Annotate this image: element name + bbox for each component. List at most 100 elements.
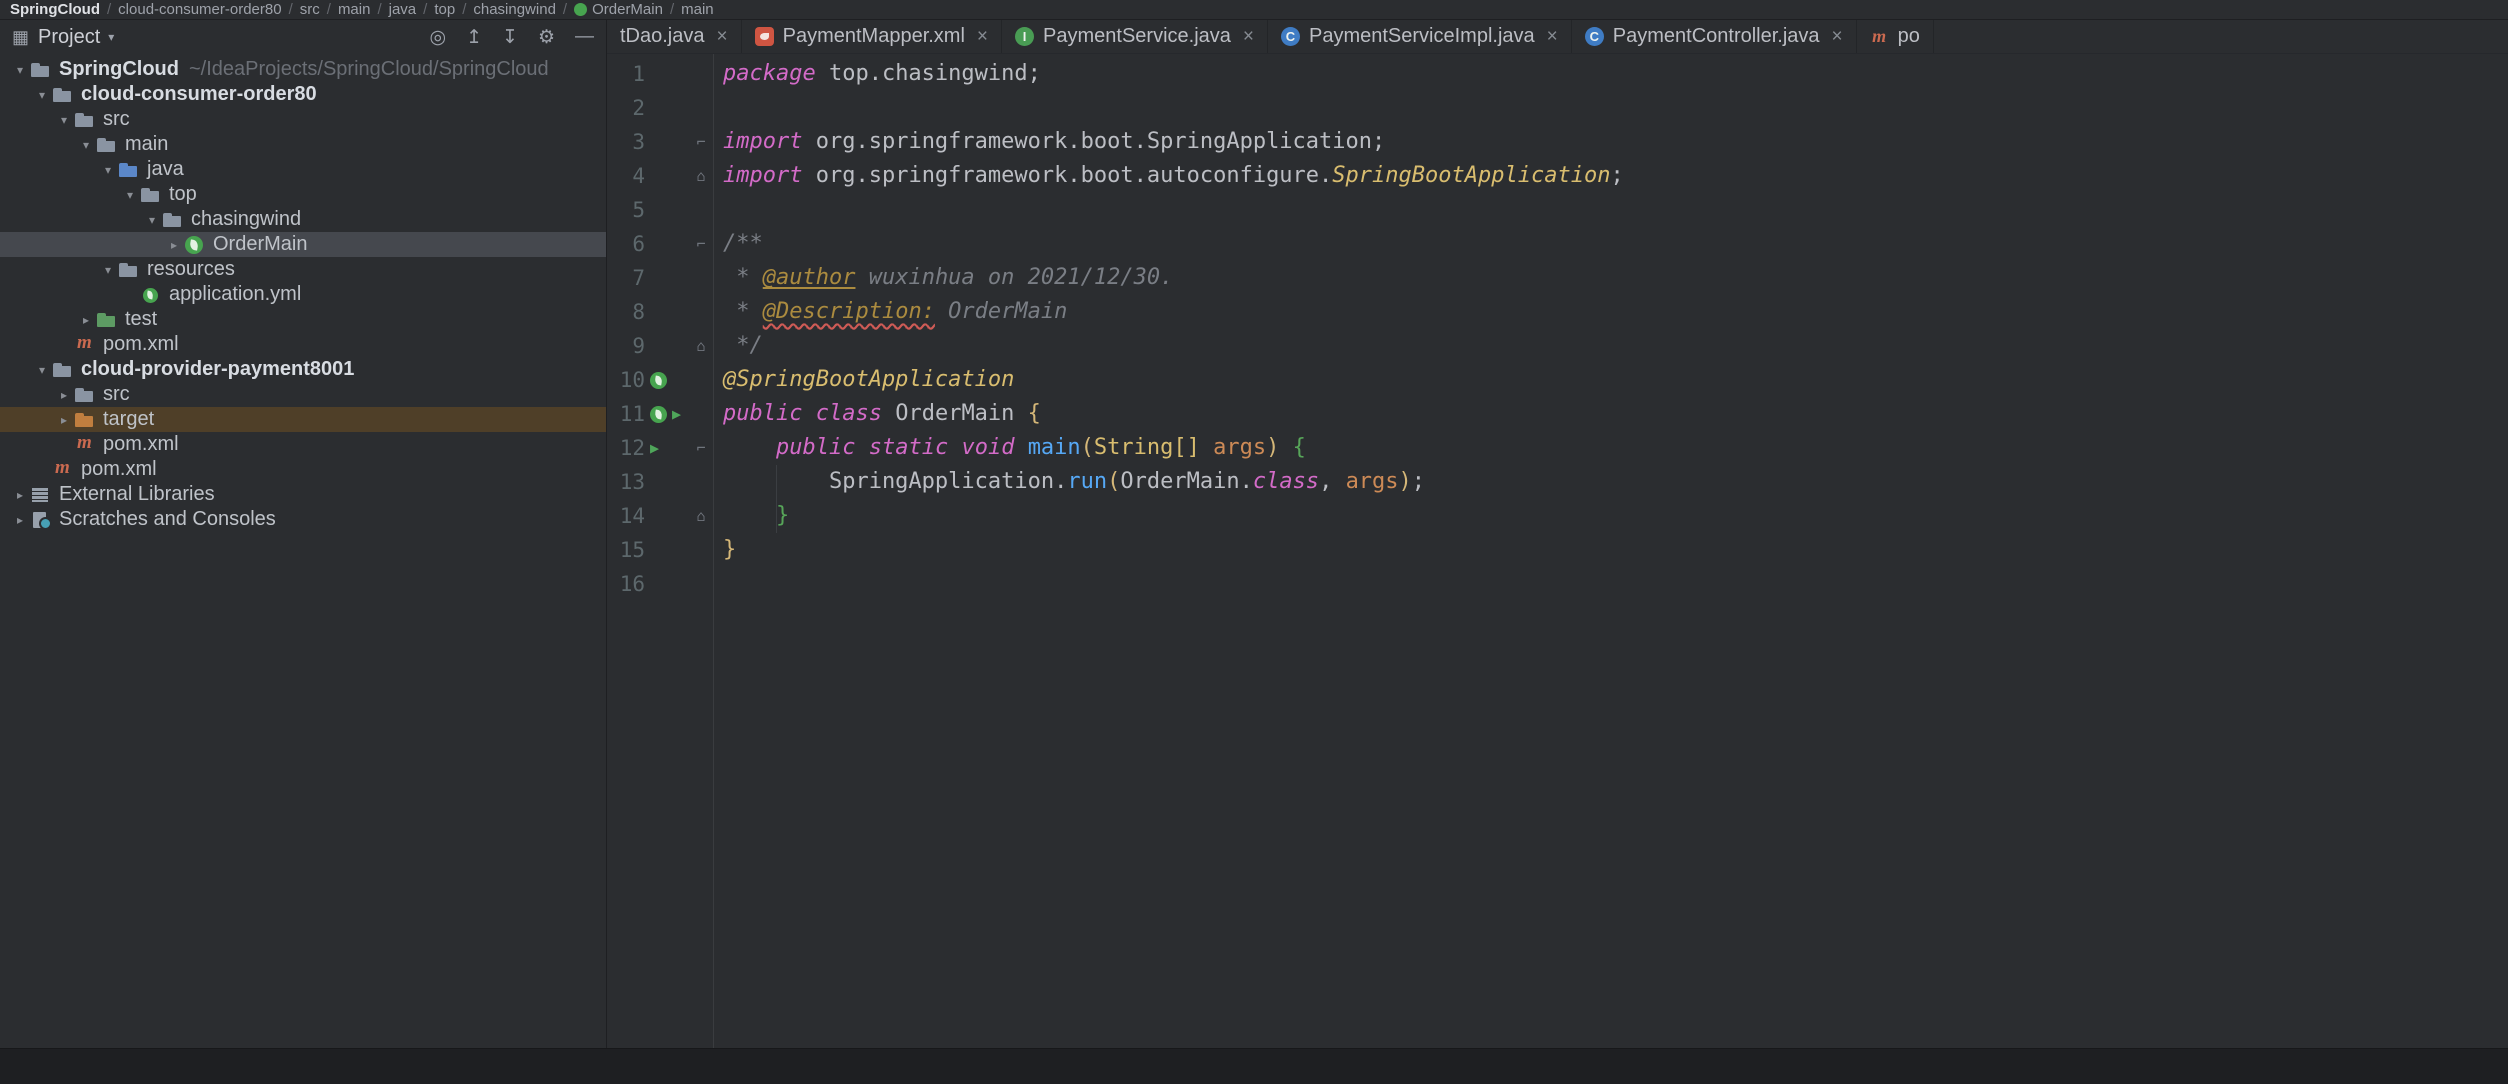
code-line: 2 — [607, 91, 2508, 125]
breadcrumb-separator: / — [462, 1, 466, 18]
breadcrumb-main[interactable]: main — [681, 1, 714, 18]
code-token — [1279, 435, 1292, 460]
chevron-right-icon[interactable]: ▸ — [54, 413, 74, 427]
tree-item-top[interactable]: ▾ top — [0, 182, 606, 207]
collapse-all-icon[interactable]: ↧ — [502, 26, 518, 49]
code-token: /** — [723, 231, 763, 256]
breadcrumb-ordermain[interactable]: OrderMain — [574, 1, 663, 18]
tree-item-springcloud[interactable]: ▾SpringCloud~/IdeaProjects/SpringCloud/S… — [0, 57, 606, 82]
close-tab-icon[interactable]: × — [717, 26, 728, 48]
tree-item-external-libraries[interactable]: ▸External Libraries — [0, 482, 606, 507]
fold-icon[interactable]: ⌐ — [689, 227, 713, 261]
expand-all-icon[interactable]: ↥ — [466, 26, 482, 49]
panel-header-toolbar: ◎ ↥ ↧ ⚙ — — [410, 26, 594, 49]
chevron-right-icon[interactable]: ▸ — [54, 388, 74, 402]
chevron-right-icon[interactable]: ▸ — [164, 238, 184, 252]
fold-icon[interactable]: ⌂ — [689, 329, 713, 363]
fold-icon[interactable]: ⌂ — [689, 499, 713, 533]
tab-tdao-java[interactable]: tDao.java× — [607, 20, 742, 53]
tree-item-cloud-provider-payment8001[interactable]: ▾cloud-provider-payment8001 — [0, 357, 606, 382]
tab-po[interactable]: mpo — [1857, 20, 1934, 53]
tree-item-label: target — [103, 408, 154, 431]
tree-item-chasingwind[interactable]: ▾chasingwind — [0, 207, 606, 232]
code-line: 15} — [607, 533, 2508, 567]
breadcrumb-springcloud[interactable]: SpringCloud — [10, 1, 100, 18]
run-icon[interactable]: ▶ — [650, 441, 659, 456]
tree-item-pom-xml[interactable]: pom.xml — [0, 457, 606, 482]
chevron-down-icon[interactable]: ▾ — [32, 88, 52, 102]
code-text: * @author wuxinhua on 2021/12/30. — [713, 261, 1173, 295]
tree-item-main[interactable]: ▾main — [0, 132, 606, 157]
project-tree: ▾SpringCloud~/IdeaProjects/SpringCloud/S… — [0, 54, 606, 1048]
chevron-down-icon[interactable]: ▾ — [142, 213, 162, 227]
close-tab-icon[interactable]: × — [1832, 26, 1843, 48]
tree-item-label: top — [169, 183, 197, 206]
tab-paymentservice-java[interactable]: IPaymentService.java× — [1002, 20, 1268, 53]
chevron-right-icon[interactable]: ▸ — [76, 313, 96, 327]
close-tab-icon[interactable]: × — [1547, 26, 1558, 48]
mapper-file-icon — [755, 27, 774, 46]
tree-item-scratches-and-consoles[interactable]: ▸Scratches and Consoles — [0, 507, 606, 532]
code-token: import — [723, 163, 802, 188]
breadcrumb-chasingwind[interactable]: chasingwind — [473, 1, 556, 18]
chevron-down-icon[interactable]: ▾ — [76, 138, 96, 152]
run-icon[interactable]: ▶ — [672, 407, 681, 422]
fold-spacer — [689, 533, 713, 567]
chevron-down-icon[interactable]: ▾ — [108, 30, 114, 44]
package-folder-icon — [162, 210, 184, 230]
chevron-right-icon[interactable]: ▸ — [10, 513, 30, 527]
tab-paymentserviceimpl-java[interactable]: CPaymentServiceImpl.java× — [1268, 20, 1572, 53]
tree-item-target[interactable]: ▸ target — [0, 407, 606, 432]
breadcrumb-src[interactable]: src — [300, 1, 320, 18]
fold-icon[interactable]: ⌂ — [689, 159, 713, 193]
tree-item-pom-xml[interactable]: pom.xml — [0, 332, 606, 357]
tree-item-java[interactable]: ▾java — [0, 157, 606, 182]
breadcrumb-label: SpringCloud — [10, 1, 100, 18]
tree-item-application-yml[interactable]: application.yml — [0, 282, 606, 307]
hide-panel-icon[interactable]: — — [575, 26, 594, 48]
folder-icon — [96, 135, 118, 155]
project-panel-title[interactable]: Project — [38, 26, 100, 49]
close-tab-icon[interactable]: × — [1243, 26, 1254, 48]
chevron-down-icon[interactable]: ▾ — [54, 113, 74, 127]
code-text: /** — [713, 227, 763, 261]
code-editor[interactable]: 1package top.chasingwind;23⌐import org.s… — [607, 54, 2508, 1048]
code-token: org.springframework.boot.autoconfigure. — [802, 163, 1332, 188]
gutter-icons — [645, 567, 689, 601]
code-line: 16 — [607, 567, 2508, 601]
tree-item-pom-xml[interactable]: pom.xml — [0, 432, 606, 457]
fold-icon[interactable]: ⌐ — [689, 431, 713, 465]
spring-bean-icon[interactable] — [650, 406, 667, 423]
chevron-down-icon[interactable]: ▾ — [120, 188, 140, 202]
close-tab-icon[interactable]: × — [977, 26, 988, 48]
gutter-icons — [645, 533, 689, 567]
spring-bean-icon[interactable] — [650, 372, 667, 389]
breadcrumb-top[interactable]: top — [434, 1, 455, 18]
tree-item-test[interactable]: ▸test — [0, 307, 606, 332]
breadcrumb-separator: / — [327, 1, 331, 18]
breadcrumb-main[interactable]: main — [338, 1, 371, 18]
breadcrumb-cloud-consumer-order80[interactable]: cloud-consumer-order80 — [118, 1, 281, 18]
code-token — [723, 503, 776, 528]
tree-item-src[interactable]: ▾src — [0, 107, 606, 132]
settings-icon[interactable]: ⚙ — [538, 26, 555, 49]
tree-item-resources[interactable]: ▾resources — [0, 257, 606, 282]
fold-icon[interactable]: ⌐ — [689, 125, 713, 159]
code-text: } — [713, 533, 736, 567]
gutter-icons — [645, 261, 689, 295]
breadcrumb-label: top — [434, 1, 455, 18]
tree-item-ordermain[interactable]: ▸OrderMain — [0, 232, 606, 257]
tab-paymentmapper-xml[interactable]: PaymentMapper.xml× — [742, 20, 1002, 53]
select-opened-file-icon[interactable]: ◎ — [430, 26, 447, 49]
chevron-down-icon[interactable]: ▾ — [98, 163, 118, 177]
breadcrumb-java[interactable]: java — [389, 1, 417, 18]
chevron-down-icon[interactable]: ▾ — [10, 63, 30, 77]
tab-paymentcontroller-java[interactable]: CPaymentController.java× — [1572, 20, 1857, 53]
chevron-down-icon[interactable]: ▾ — [98, 263, 118, 277]
breadcrumb-separator: / — [670, 1, 674, 18]
chevron-down-icon[interactable]: ▾ — [32, 363, 52, 377]
tree-item-cloud-consumer-order80[interactable]: ▾cloud-consumer-order80 — [0, 82, 606, 107]
tree-item-src[interactable]: ▸src — [0, 382, 606, 407]
code-token: @Description: — [763, 299, 935, 324]
chevron-right-icon[interactable]: ▸ — [10, 488, 30, 502]
